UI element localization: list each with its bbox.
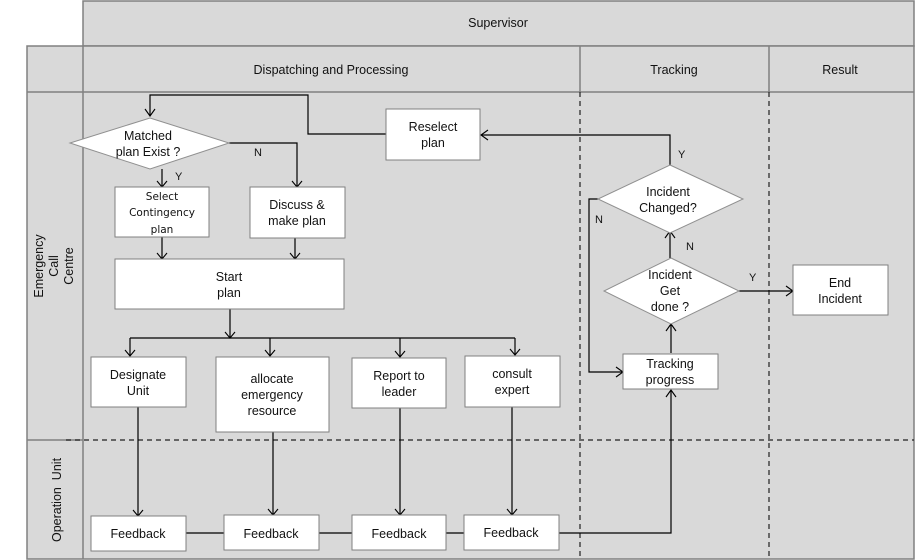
node-text: plan [151,224,174,236]
node-text: plan [217,286,241,300]
label-done-no: N [686,241,694,253]
node-select-contingency[interactable]: Select Contingency plan [114,186,210,238]
node-shape [351,357,447,409]
node-start-plan[interactable]: Start plan [114,258,345,310]
node-shape [464,355,561,408]
node-designate-unit[interactable]: Designate Unit [90,356,187,408]
node-text: Unit [127,384,150,398]
node-text: Reselect [409,120,458,134]
node-text: Designate [110,368,166,382]
node-text: emergency [241,388,304,402]
row-label-emergency-line-3: Centre [62,247,76,285]
node-tracking-progress[interactable]: Tracking progress [622,353,719,390]
node-text: done ? [651,300,689,314]
node-text: Incident [646,185,690,199]
node-text: Get [660,284,681,298]
label-changed-no: N [595,214,603,226]
column-tracking: Tracking [650,63,698,77]
node-text: Incident [648,268,692,282]
node-shape [90,356,187,408]
node-text: Feedback [372,527,428,541]
node-text: Incident [818,292,862,306]
label-done-yes: Y [749,272,757,284]
node-feedback-1[interactable]: Feedback [90,515,187,552]
node-feedback-4[interactable]: Feedback [463,514,560,551]
node-text: consult [492,367,532,381]
node-text: Contingency [129,207,195,219]
node-shape [249,186,346,239]
label-matched-no: N [254,147,262,159]
node-end-incident[interactable]: End Incident [792,264,889,316]
column-result: Result [822,63,858,77]
node-text: progress [646,373,695,387]
node-feedback-3[interactable]: Feedback [351,514,447,551]
node-report-leader[interactable]: Report to leader [351,357,447,409]
node-consult-expert[interactable]: consult expert [464,355,561,408]
node-discuss-plan[interactable]: Discuss & make plan [249,186,346,239]
node-text: Matched [124,129,172,143]
node-text: allocate [250,372,293,386]
node-text: resource [248,404,297,418]
node-text: End [829,276,851,290]
node-shape [385,108,481,161]
row-label-operation: Operation Unit [50,457,64,542]
node-text: Start [216,270,243,284]
label-changed-yes: Y [678,149,686,161]
node-shape [792,264,889,316]
row-label-emergency-line-2: Call [47,255,61,277]
swimlane-flowchart: Supervisor Dispatching and Processing Tr… [26,0,915,560]
label-matched-yes: Y [175,171,183,183]
node-text: expert [495,383,530,397]
node-text: plan [421,136,445,150]
column-dispatching: Dispatching and Processing [254,63,409,77]
node-text: Feedback [111,527,167,541]
node-shape [114,258,345,310]
node-text: Tracking [646,357,694,371]
node-text: Report to [373,369,424,383]
node-text: Feedback [484,526,540,540]
node-text: make plan [268,214,326,228]
row-label-emergency-line-1: Emergency [32,234,46,298]
node-allocate-resource[interactable]: allocate emergency resource [215,356,330,433]
row-label-operation-text: Operation Unit [50,457,64,542]
node-text: plan Exist ? [116,145,181,159]
node-text: leader [382,385,417,399]
node-text: Changed? [639,201,697,215]
node-text: Feedback [244,527,300,541]
supervisor-label: Supervisor [468,16,528,30]
node-text: Select [146,191,178,203]
node-feedback-2[interactable]: Feedback [223,514,320,551]
node-reselect-plan[interactable]: Reselect plan [385,108,481,161]
node-text: Discuss & [269,198,325,212]
